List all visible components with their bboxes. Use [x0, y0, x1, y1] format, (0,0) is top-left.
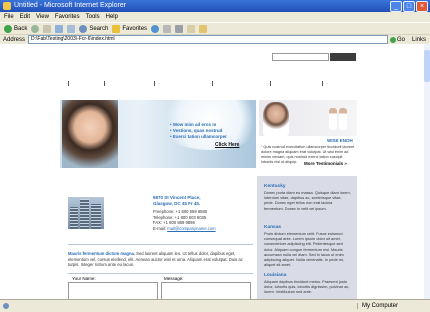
sidebar: Kentucky Donec porta diam eu massa. Quis…: [257, 176, 357, 299]
nav-separator: [270, 81, 271, 86]
more-testimonials-link[interactable]: More Testimonials »: [304, 161, 347, 166]
address-line: Glasgow, DC 45 Fr 45.: [153, 201, 201, 206]
search-icon: [79, 24, 88, 33]
back-button[interactable]: Back: [4, 24, 28, 33]
back-label: Back: [14, 25, 28, 32]
message-textarea[interactable]: [161, 282, 251, 299]
home-icon[interactable]: [67, 24, 76, 33]
building-photo: [68, 197, 104, 229]
menu-edit[interactable]: Edit: [20, 12, 30, 22]
nav-separator: [154, 81, 155, 86]
menu-view[interactable]: View: [36, 12, 49, 22]
testimonial-panel: WISE ENOH " Quis nostrud exercitation ul…: [259, 100, 357, 168]
maximize-button[interactable]: □: [403, 1, 415, 12]
sidebar-section: Louisiana Aliquam dapibus tincidunt metu…: [264, 273, 352, 295]
sidebar-section: Kansas Proin dictum elementum velit. Fus…: [264, 225, 352, 267]
message-label: Message:: [164, 276, 184, 281]
go-button[interactable]: Go: [389, 36, 408, 43]
go-label: Go: [396, 36, 405, 43]
tower: [91, 204, 101, 229]
banner-bullet: • Exerci tation ullamcorper: [170, 134, 227, 139]
people-photo: [259, 100, 357, 136]
sidebar-text: Aliquam dapibus tincidunt metus. Praesen…: [264, 279, 350, 295]
contact-form: Your Name: Message:: [68, 276, 254, 299]
close-button[interactable]: ×: [416, 1, 428, 12]
print-icon[interactable]: [175, 24, 184, 33]
contact-details: Freephone: +1 800 559 6580 Telephone: +1…: [153, 209, 216, 232]
email-link[interactable]: mail@companyname.com: [167, 226, 215, 231]
name-label: Your Name:: [72, 276, 96, 281]
hero-banner: • Wow mim ad eros m • Vestions, quas nos…: [60, 100, 256, 168]
tower: [80, 199, 89, 229]
nav-separator: [104, 81, 105, 86]
links-label[interactable]: Links: [412, 37, 426, 43]
section-divider: [68, 273, 253, 274]
woman-photo: [62, 100, 118, 168]
top-nav: [60, 80, 357, 88]
history-icon[interactable]: [151, 24, 160, 33]
star-icon: [112, 24, 121, 33]
nav-separator: [68, 81, 69, 86]
address-bar: Address D:\Fab\Testing\2003\-Fcr-6\index…: [0, 34, 430, 44]
edit-icon[interactable]: [187, 24, 196, 33]
window-title: Untitled - Microsoft Internet Explorer: [14, 2, 127, 9]
back-arrow-icon: [4, 24, 12, 33]
menu-file[interactable]: File: [4, 12, 14, 22]
address-input[interactable]: D:\Fab\Testing\2003\-Fcr-6\index.html: [28, 35, 388, 44]
sidebar-text: Donec porta diam eu massa. Quisque diam …: [264, 190, 351, 211]
menu-favorites[interactable]: Favorites: [55, 12, 80, 22]
mail-icon[interactable]: [163, 24, 172, 33]
site-search-button[interactable]: [330, 53, 356, 61]
address-label: Address: [3, 36, 26, 43]
section-divider: [68, 244, 253, 245]
click-here-link[interactable]: Click Here: [215, 142, 239, 148]
window-titlebar: Untitled - Microsoft Internet Explorer _…: [0, 0, 430, 12]
security-zone: My Computer: [357, 303, 430, 309]
ie-icon: [3, 2, 11, 10]
scrollbar-thumb[interactable]: [424, 50, 430, 82]
page-icon: [3, 303, 9, 309]
menu-help[interactable]: Help: [106, 12, 118, 22]
contact-address: 9870 St Vincent Place, Glasgow, DC 45 Fr…: [153, 195, 200, 207]
man-photo: [263, 102, 289, 136]
favorites-button[interactable]: Favorites: [112, 24, 148, 33]
page-viewport: • Wow mim ad eros m • Vestions, quas nos…: [0, 44, 424, 299]
vertical-scrollbar[interactable]: [424, 44, 430, 299]
sidebar-section: Kentucky Donec porta diam eu massa. Quis…: [264, 184, 352, 211]
person-figure: [339, 108, 347, 130]
status-bar: My Computer: [0, 299, 430, 312]
intro-paragraph: Mauris fermentum dictum magna. Sed laore…: [68, 251, 254, 268]
nav-separator: [212, 81, 213, 86]
favorites-label: Favorites: [122, 25, 148, 32]
sidebar-text: Proin dictum elementum velit. Fusce euis…: [264, 231, 345, 268]
web-page: • Wow mim ad eros m • Vestions, quas nos…: [60, 44, 357, 299]
intro-highlight: Mauris fermentum dictum magna.: [68, 251, 136, 256]
toolbar: Back Search Favorites: [0, 22, 430, 34]
folder-icon[interactable]: [199, 24, 208, 33]
go-arrow-icon: [389, 36, 396, 43]
menu-bar: File Edit View Favorites Tools Help: [0, 12, 430, 22]
person-figure: [329, 108, 337, 130]
minimize-button[interactable]: _: [390, 1, 402, 12]
forward-arrow-icon[interactable]: [31, 24, 40, 33]
search-label: Search: [89, 25, 109, 32]
refresh-icon[interactable]: [55, 24, 64, 33]
menu-tools[interactable]: Tools: [86, 12, 100, 22]
name-input[interactable]: [68, 282, 158, 299]
nav-separator: [322, 81, 323, 86]
stop-icon[interactable]: [43, 24, 52, 33]
tower: [70, 207, 78, 229]
banner-bullets: • Wow mim ad eros m • Vestions, quas nos…: [170, 122, 227, 140]
email-line: E-mail: mail@companyname.com: [153, 226, 216, 232]
email-label: E-mail:: [153, 226, 168, 232]
testimonial-name: WISE ENOH: [327, 138, 353, 143]
freephone-line: Freephone: +1 800 559 6580: [153, 209, 208, 214]
search-button[interactable]: Search: [79, 24, 109, 33]
site-search-input[interactable]: [272, 53, 329, 61]
